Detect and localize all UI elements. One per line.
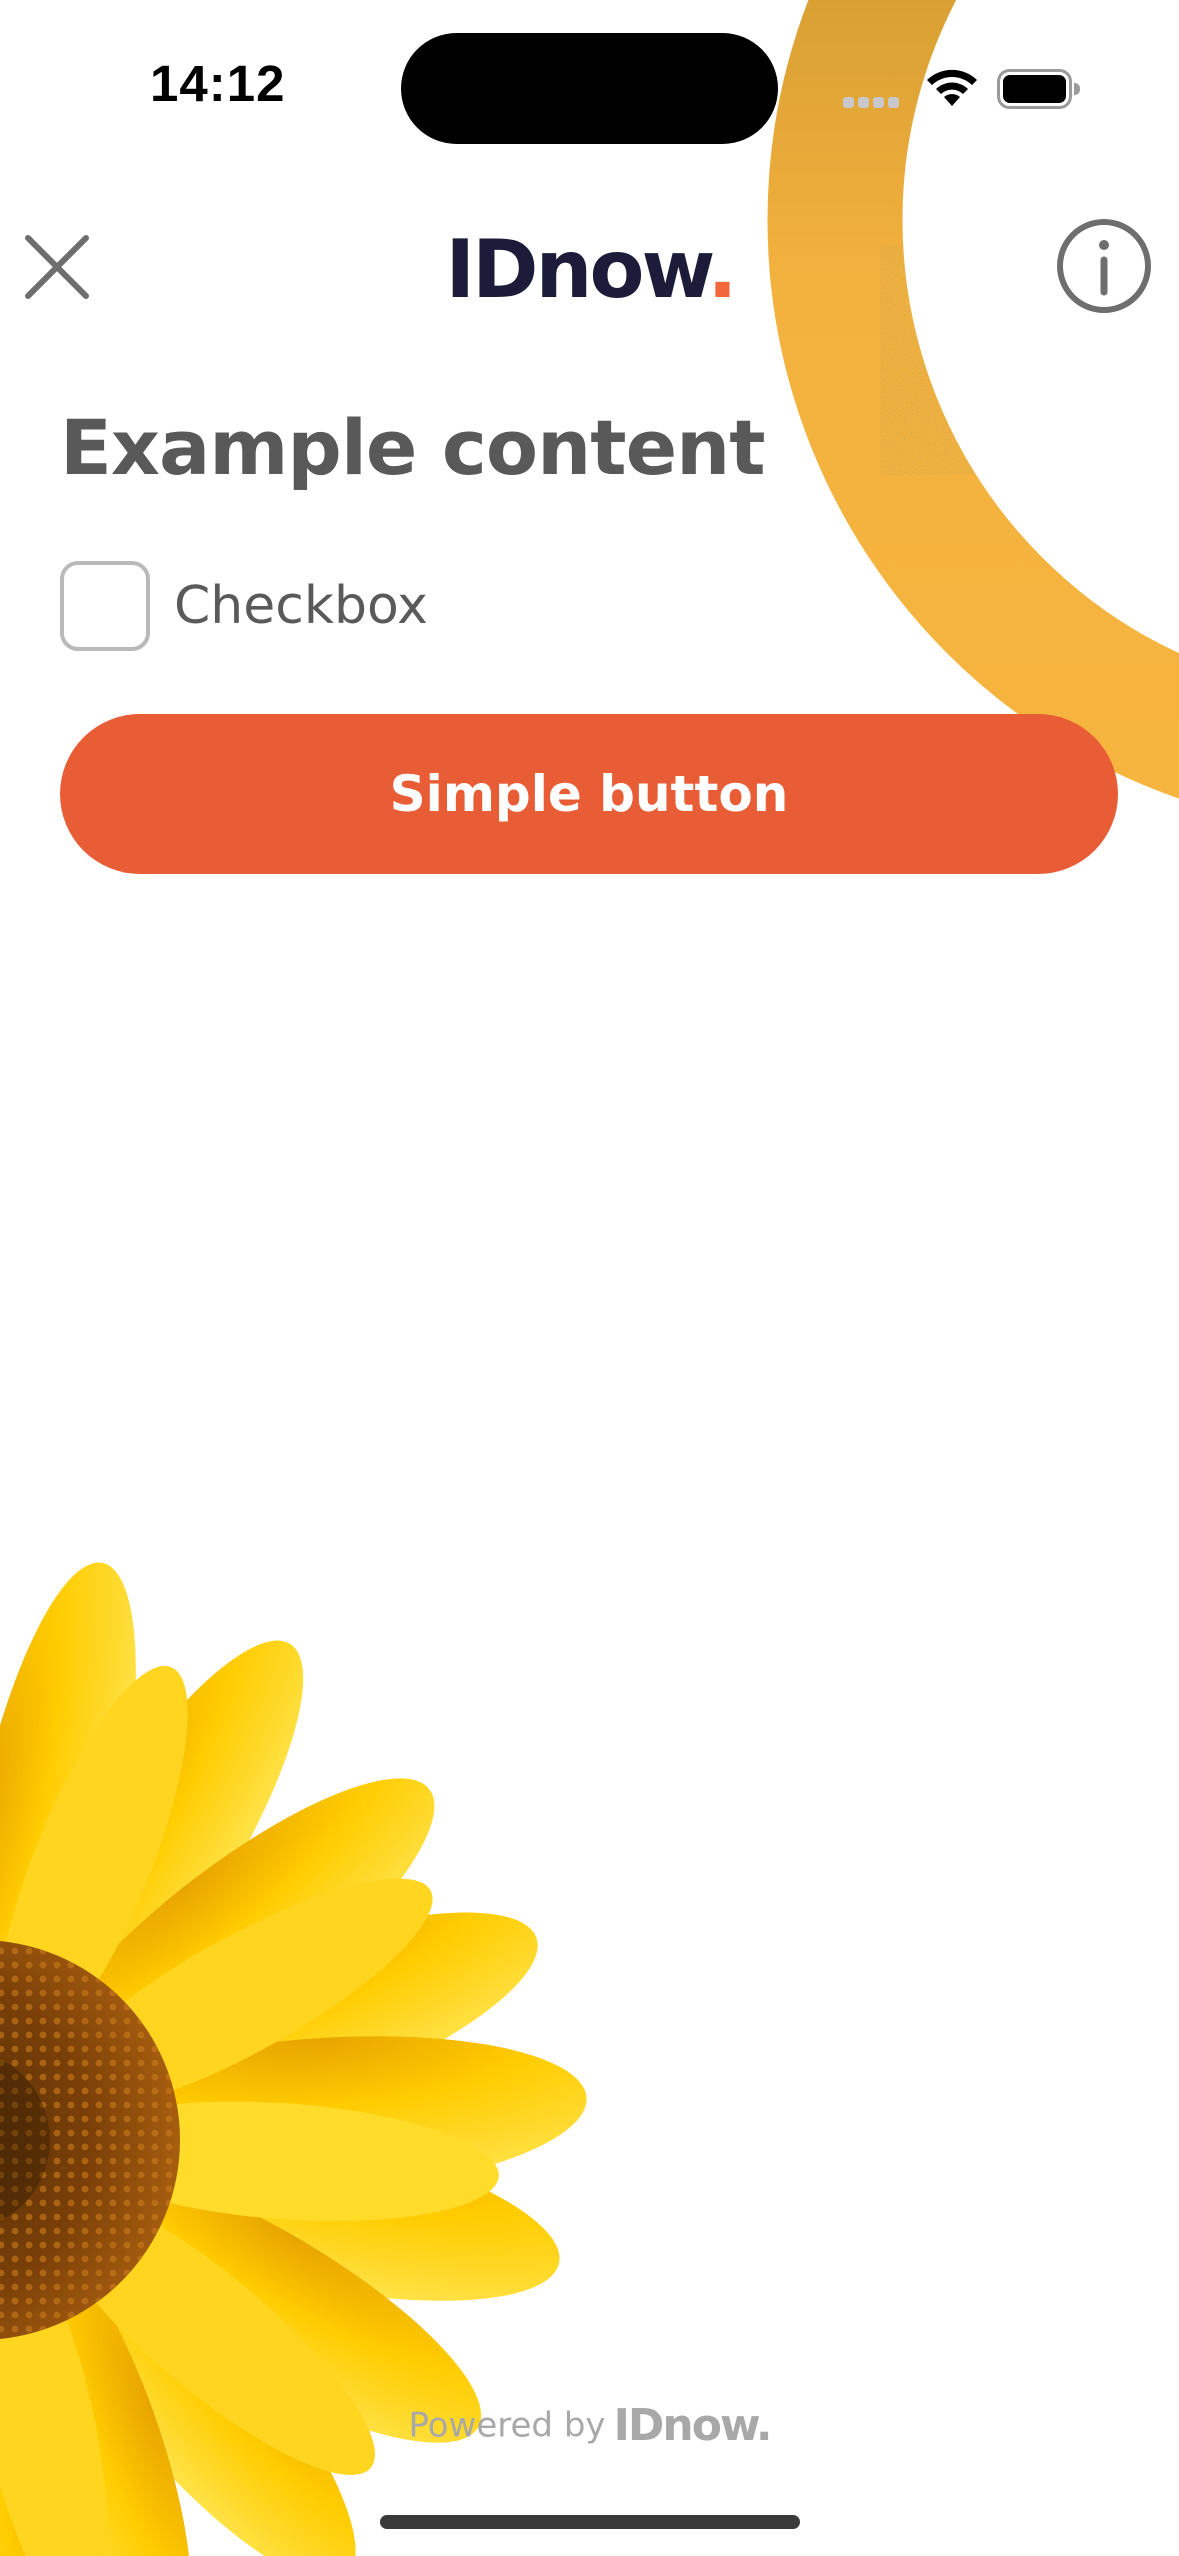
home-indicator[interactable] xyxy=(380,2515,800,2529)
page-title: Example content xyxy=(60,403,766,492)
footer-logo-dot: . xyxy=(755,2400,773,2451)
idnow-logo: IDnow. xyxy=(440,220,740,320)
logo-text: IDnow xyxy=(445,223,710,316)
logo-dot: . xyxy=(707,223,737,316)
checkbox-row[interactable]: Checkbox xyxy=(60,558,428,654)
wifi-icon xyxy=(927,69,977,106)
footer-logo-text: IDnow xyxy=(613,2400,758,2451)
powered-by-text: Powered by xyxy=(408,2405,606,2446)
dynamic-island xyxy=(401,33,778,144)
simple-button[interactable]: Simple button xyxy=(60,714,1118,874)
cellular-signal-icon xyxy=(843,95,905,108)
footer-idnow-logo: IDnow. xyxy=(613,2400,773,2451)
info-icon xyxy=(1057,219,1151,313)
close-icon xyxy=(25,235,89,299)
close-button[interactable] xyxy=(14,224,100,310)
status-bar-time: 14:12 xyxy=(150,55,286,112)
checkbox[interactable] xyxy=(60,561,150,651)
powered-by-footer: Powered by IDnow. xyxy=(0,2400,1179,2451)
app-screen: 14:12 IDnow. Example content Checkbox Si… xyxy=(0,0,1179,2556)
info-button[interactable] xyxy=(1054,216,1154,316)
battery-icon xyxy=(997,69,1080,109)
checkbox-label: Checkbox xyxy=(174,576,428,636)
